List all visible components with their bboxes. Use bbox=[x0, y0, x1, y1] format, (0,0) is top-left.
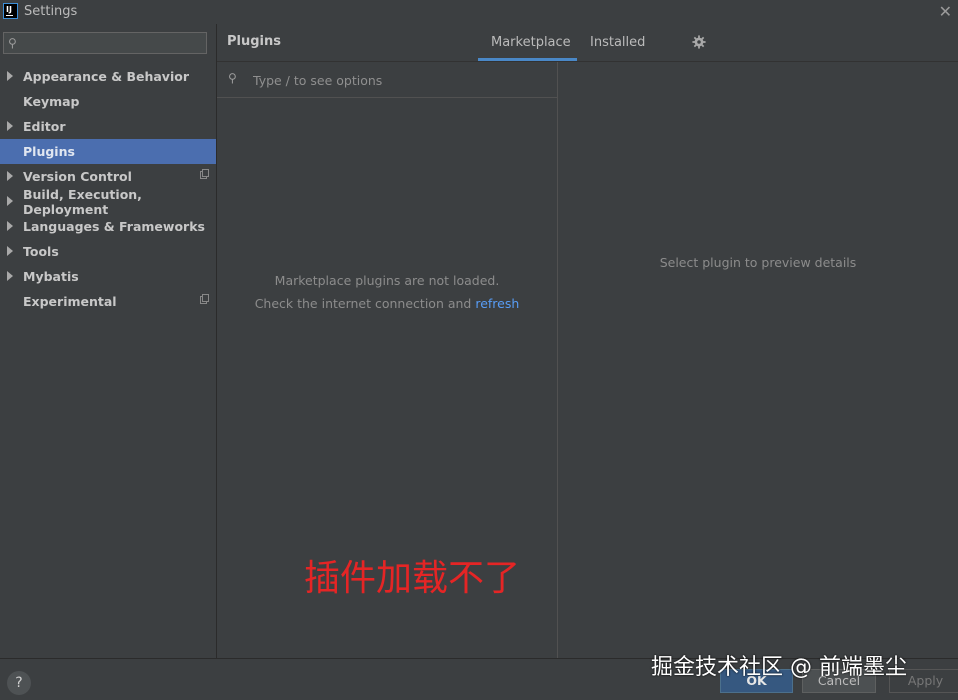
settings-sidebar: ⚲ Appearance & Behavior Keymap Editor Pl… bbox=[0, 24, 217, 658]
sidebar-item-label: Mybatis bbox=[23, 269, 79, 284]
search-icon: ⚲ bbox=[228, 71, 237, 85]
sidebar-item-languages[interactable]: Languages & Frameworks bbox=[0, 214, 216, 239]
copy-icon bbox=[200, 169, 209, 179]
sidebar-item-mybatis[interactable]: Mybatis bbox=[0, 264, 216, 289]
chevron-right-icon[interactable] bbox=[7, 221, 13, 231]
sidebar-search-input[interactable] bbox=[26, 34, 206, 54]
chevron-right-icon[interactable] bbox=[7, 246, 13, 256]
chevron-right-icon[interactable] bbox=[7, 196, 13, 206]
plugin-details-panel: Select plugin to preview details bbox=[558, 62, 958, 658]
gear-icon[interactable] bbox=[692, 35, 706, 49]
empty-state-hint: Check the internet connection and refres… bbox=[217, 296, 557, 311]
intellij-logo-icon: IJ bbox=[3, 3, 18, 19]
sidebar-item-tools[interactable]: Tools bbox=[0, 239, 216, 264]
sidebar-item-build[interactable]: Build, Execution, Deployment bbox=[0, 186, 216, 217]
sidebar-item-label: Keymap bbox=[23, 94, 80, 109]
sidebar-item-plugins[interactable]: Plugins bbox=[0, 139, 216, 164]
sidebar-item-appearance[interactable]: Appearance & Behavior bbox=[0, 64, 216, 89]
empty-state-message: Marketplace plugins are not loaded. bbox=[274, 273, 500, 288]
plugin-search[interactable]: ⚲ bbox=[217, 62, 557, 98]
sidebar-item-label: Languages & Frameworks bbox=[23, 219, 205, 234]
sidebar-item-label: Build, Execution, Deployment bbox=[23, 186, 142, 217]
page-title: Plugins bbox=[227, 34, 281, 49]
sidebar-item-keymap[interactable]: Keymap bbox=[0, 89, 216, 114]
copy-icon bbox=[200, 294, 209, 304]
refresh-link[interactable]: refresh bbox=[475, 296, 519, 311]
sidebar-item-label: Version Control bbox=[23, 169, 132, 184]
sidebar-search[interactable]: ⚲ bbox=[3, 32, 207, 54]
sidebar-item-version-control[interactable]: Version Control bbox=[0, 164, 216, 189]
plugin-search-input[interactable] bbox=[251, 70, 545, 90]
window-title: Settings bbox=[24, 4, 78, 19]
search-icon: ⚲ bbox=[8, 36, 17, 50]
tab-selected-indicator bbox=[478, 58, 577, 61]
chevron-right-icon[interactable] bbox=[7, 71, 13, 81]
sidebar-item-label: Editor bbox=[23, 119, 66, 134]
details-placeholder: Select plugin to preview details bbox=[659, 255, 857, 270]
tab-marketplace[interactable]: Marketplace bbox=[491, 35, 571, 50]
plugins-header: Plugins Marketplace Installed bbox=[217, 24, 958, 62]
sidebar-item-experimental[interactable]: Experimental bbox=[0, 289, 216, 314]
sidebar-item-label: Experimental bbox=[23, 294, 117, 309]
sidebar-item-editor[interactable]: Editor bbox=[0, 114, 216, 139]
empty-state-hint-text: Check the internet connection and bbox=[254, 296, 476, 311]
red-annotation-text: 插件加载不了 bbox=[304, 558, 521, 599]
sidebar-nav: Appearance & Behavior Keymap Editor Plug… bbox=[0, 64, 216, 314]
sidebar-item-label: Tools bbox=[23, 244, 59, 259]
sidebar-item-label: Appearance & Behavior bbox=[23, 69, 189, 84]
chevron-right-icon[interactable] bbox=[7, 121, 13, 131]
logo-text: IJ bbox=[6, 5, 12, 14]
watermark: 掘金技术社区 @ 前端墨尘 bbox=[651, 655, 907, 680]
chevron-right-icon[interactable] bbox=[7, 171, 13, 181]
title-bar: IJ Settings ✕ bbox=[0, 0, 958, 24]
sidebar-item-label: Plugins bbox=[23, 144, 75, 159]
tab-installed[interactable]: Installed bbox=[590, 35, 645, 50]
chevron-right-icon[interactable] bbox=[7, 271, 13, 281]
help-button[interactable]: ? bbox=[7, 671, 31, 695]
close-icon[interactable]: ✕ bbox=[939, 2, 952, 21]
